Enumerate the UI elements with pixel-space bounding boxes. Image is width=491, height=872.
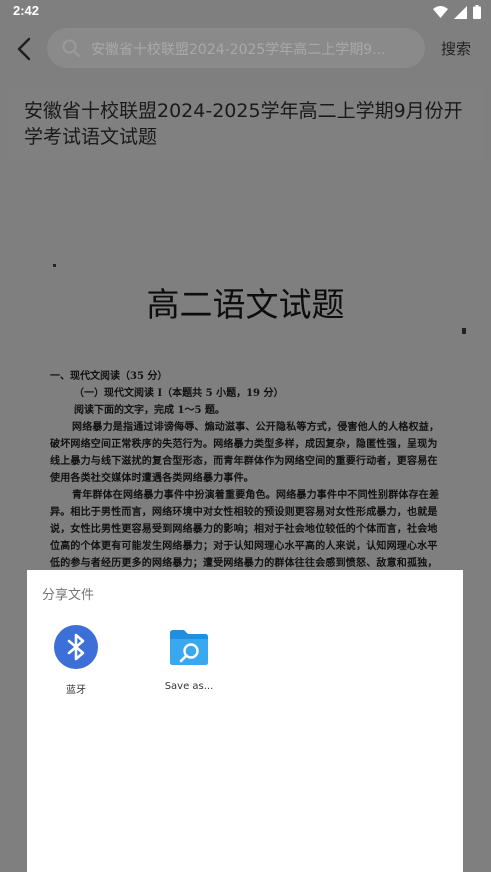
instruction-text: 阅读下面的文字，完成 1～5 题。 [74,405,225,416]
wifi-icon [433,6,448,18]
share-sheet-title: 分享文件 [42,588,95,603]
document-preview[interactable]: 高二语文试题 一、现代文阅读（35 分） （一）现代文阅读 I（本题共 5 小题… [0,168,491,578]
search-placeholder: 安徽省十校联盟2024-2025学年高二上学期9... [91,42,386,58]
status-icons [433,5,481,19]
exam-heading: 高二语文试题 [146,285,345,324]
folder-search-icon [170,630,208,665]
signal-icon [454,5,467,19]
back-arrow-icon[interactable] [12,36,38,62]
passage-paragraph: 青年群体在网络暴力事件中扮演着重要角色。网络暴力事件中不同性别群体存在差异。相比… [50,490,440,578]
subsection-heading: （一）现代文阅读 I（本题共 5 小题，19 分） [74,388,284,399]
search-button[interactable]: 搜索 [441,38,471,59]
search-icon [62,39,80,57]
status-bar: 2:42 [0,0,491,24]
bluetooth-icon [54,625,98,669]
share-target-label: Save as... [164,681,214,692]
status-time: 2:42 [13,3,40,18]
share-target-bluetooth[interactable]: 蓝牙 [28,625,124,696]
section-heading: 一、现代文阅读（35 分） [50,371,168,382]
search-input[interactable]: 安徽省十校联盟2024-2025学年高二上学期9... [47,28,425,68]
battery-icon [473,5,481,19]
passage-paragraph: 网络暴力是指通过诽谤侮辱、煽动滋事、公开隐私等方式，侵害他人的人格权益，破坏网络… [50,422,440,484]
document-title: 安徽省十校联盟2024-2025学年高二上学期9月份开学考试语文试题 [24,100,463,148]
share-target-save-as[interactable]: Save as... [141,625,237,692]
scan-mark [53,264,56,267]
scan-mark [462,328,466,334]
exam-body: 一、现代文阅读（35 分） （一）现代文阅读 I（本题共 5 小题，19 分） … [50,368,445,578]
share-target-label: 蓝牙 [66,685,86,696]
document-title-card: 安徽省十校联盟2024-2025学年高二上学期9月份开学考试语文试题 [8,88,483,160]
top-app-bar: 安徽省十校联盟2024-2025学年高二上学期9... 搜索 [0,24,491,74]
share-sheet: 分享文件 蓝牙 Save as... [27,570,463,872]
